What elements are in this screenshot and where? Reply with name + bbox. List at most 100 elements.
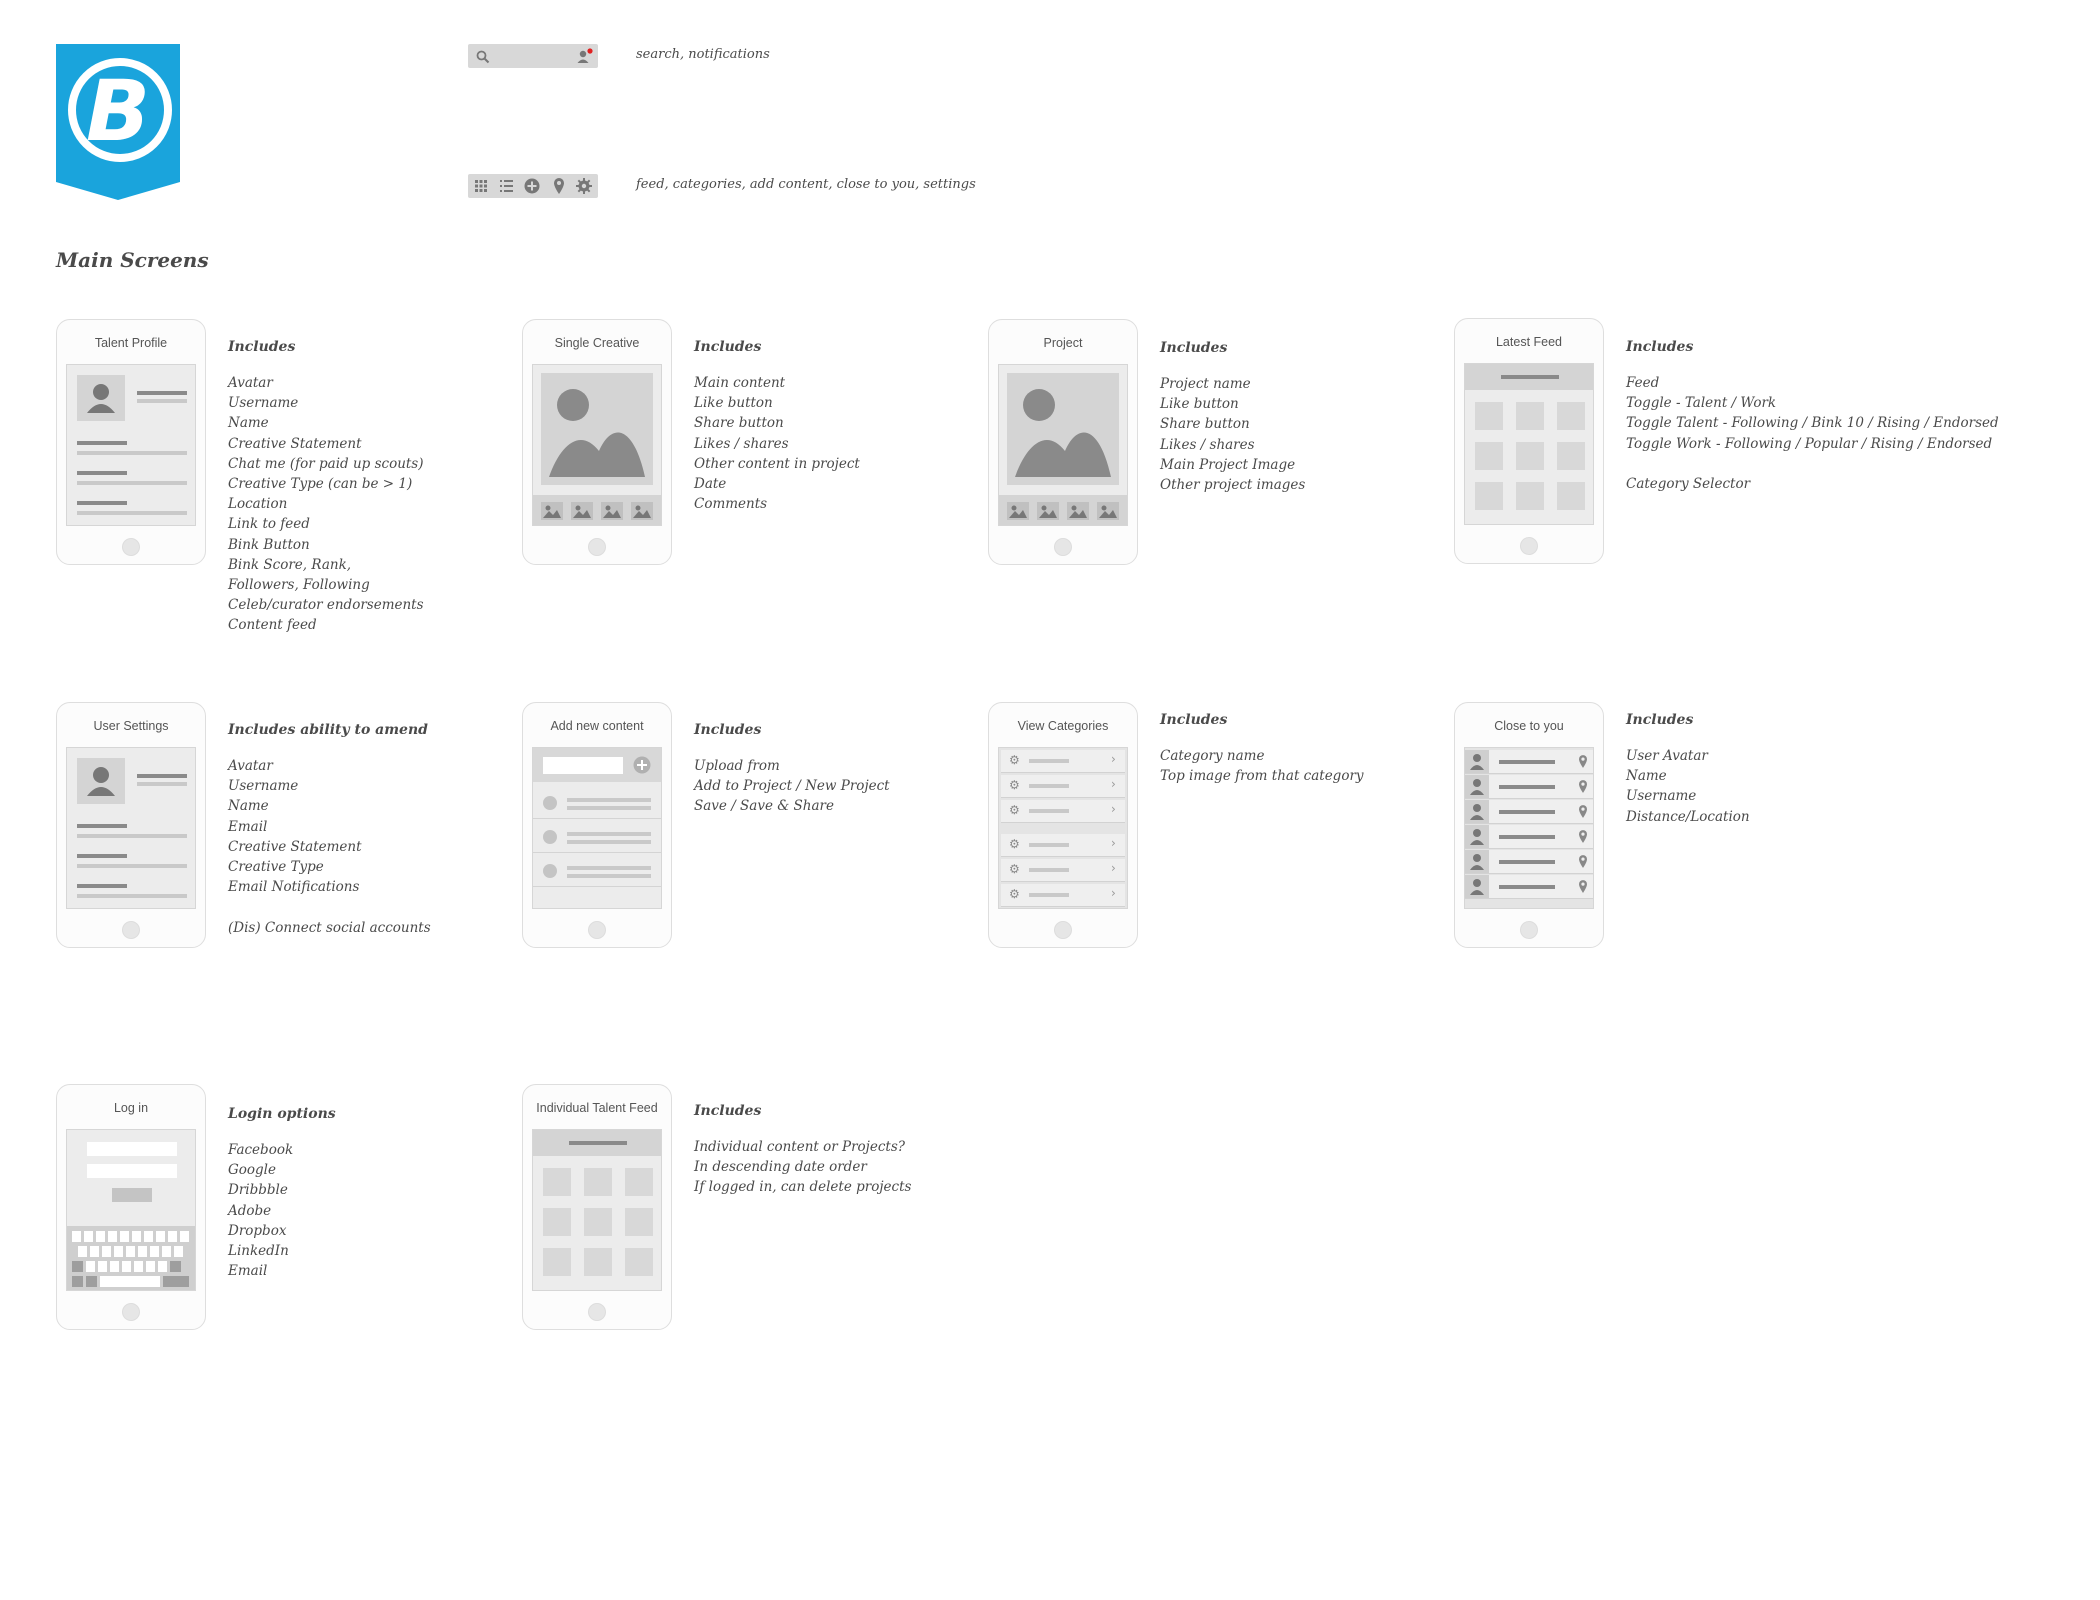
search-icon: [476, 50, 490, 64]
description-heading: Includes: [694, 1103, 762, 1119]
feature-item: Name: [1626, 768, 1667, 785]
logo-letter: B: [86, 62, 150, 160]
thumbnail-icon: [1097, 502, 1119, 520]
add-icon: [633, 756, 651, 774]
home-button: [588, 921, 606, 939]
screen-description: Includes Feed Toggle - Talent / Work Tog…: [1626, 339, 2046, 494]
phone-talent-profile: Talent Profile: [56, 319, 206, 565]
screen-mockup: [532, 364, 662, 526]
feature-item: If logged in, can delete projects: [694, 1179, 912, 1196]
screen-mockup: [66, 364, 196, 526]
phone-view-categories: View Categories ⚙ › ⚙ › ⚙ › ⚙ › ⚙ › ⚙ ›: [988, 702, 1138, 948]
feature-item: [1626, 454, 2046, 474]
user-row: [1465, 850, 1593, 874]
phone-latest-feed: Latest Feed: [1454, 318, 1604, 564]
user-row: [1465, 800, 1593, 824]
home-button: [1054, 538, 1072, 556]
thumbnail-icon: [1067, 502, 1089, 520]
screen-description: Includes User Avatar Name Username Dista…: [1626, 712, 2046, 827]
home-button: [588, 538, 606, 556]
screen-mockup: [998, 364, 1128, 526]
login-field: [87, 1164, 177, 1178]
screen-title: Close to you: [1494, 719, 1564, 733]
feature-item: Username: [1626, 788, 1697, 805]
feature-item: User Avatar: [1626, 748, 1708, 764]
tab-bar-note: feed, categories, add content, close to …: [636, 177, 976, 192]
feature-item: Followers, Following: [228, 577, 370, 594]
screen-description: Includes Individual content or Projects?…: [694, 1103, 1114, 1198]
top-bar-note: search, notifications: [636, 47, 770, 62]
category-row: ⚙ ›: [1001, 750, 1125, 773]
category-row: ⚙ ›: [1001, 800, 1125, 823]
screen-mockup: [1464, 747, 1594, 909]
category-row: ⚙ ›: [1001, 884, 1125, 907]
phone-individual-talent-feed: Individual Talent Feed: [522, 1084, 672, 1330]
screen-mockup: [1464, 363, 1594, 525]
home-button: [1520, 537, 1538, 555]
thumbnail-icon: [541, 502, 563, 520]
screen-title: Add new content: [550, 719, 644, 733]
location-pin-icon: [554, 178, 564, 194]
user-row: [1465, 875, 1593, 899]
feature-item: Content feed: [228, 617, 317, 634]
screen-title: Talent Profile: [94, 336, 168, 350]
section-title: Main Screens: [56, 248, 209, 272]
home-button: [588, 1303, 606, 1321]
phone-project: Project: [988, 319, 1138, 565]
search-notification-bar: [468, 44, 598, 68]
description-heading: Includes: [1626, 339, 1694, 355]
gear-icon: [576, 178, 592, 194]
login-field: [87, 1142, 177, 1156]
feature-item: Toggle Talent - Following / Bink 10 / Ri…: [1626, 415, 1999, 432]
thumbnail-icon: [601, 502, 623, 520]
category-row: ⚙ ›: [1001, 834, 1125, 857]
home-button: [122, 921, 140, 939]
screen-title: Log in: [113, 1101, 149, 1115]
keyboard: [67, 1226, 195, 1290]
feature-item: Individual content or Projects?: [694, 1139, 905, 1155]
phone-single-creative: Single Creative: [522, 319, 672, 565]
screen-mockup: [66, 747, 196, 909]
bink-logo: B: [56, 44, 180, 200]
screen-title: View Categories: [1017, 719, 1109, 733]
category-row: ⚙ ›: [1001, 859, 1125, 882]
login-button: [112, 1188, 152, 1202]
grid-icon: [475, 180, 487, 192]
phone-close-to-you: Close to you: [1454, 702, 1604, 948]
user-row: [1465, 750, 1593, 774]
list-icon: [500, 180, 513, 192]
avatar-placeholder: [77, 375, 125, 421]
user-row: [1465, 825, 1593, 849]
thumbnail-icon: [631, 502, 653, 520]
image-placeholder-icon: [541, 373, 653, 485]
screen-mockup: ⚙ › ⚙ › ⚙ › ⚙ › ⚙ › ⚙ ›: [998, 747, 1128, 909]
screen-title: User Settings: [93, 719, 169, 733]
feature-item: Feed: [1626, 375, 1660, 391]
screen-mockup: [532, 1129, 662, 1291]
upload-field: [543, 757, 623, 774]
screen-title: Individual Talent Feed: [536, 1101, 658, 1115]
description-heading: Includes: [1626, 712, 1694, 728]
phone-user-settings: User Settings: [56, 702, 206, 948]
category-row: ⚙ ›: [1001, 775, 1125, 798]
feature-item: Toggle Work - Following / Popular / Risi…: [1626, 435, 1993, 452]
screen-mockup: [532, 747, 662, 909]
feature-item: Distance/Location: [1626, 808, 1750, 825]
screen-title: Single Creative: [554, 336, 640, 350]
tab-bar: [468, 174, 598, 198]
thumbnail-icon: [1037, 502, 1059, 520]
user-row: [1465, 775, 1593, 799]
feature-item: Category Selector: [1626, 476, 1751, 492]
home-button: [1520, 921, 1538, 939]
feature-item: Celeb/curator endorsements: [228, 597, 424, 614]
add-icon: [524, 178, 540, 194]
feature-item: Toggle - Talent / Work: [1626, 395, 1777, 412]
thumbnail-icon: [1007, 502, 1029, 520]
image-placeholder-icon: [1007, 373, 1119, 485]
phone-add-new-content: Add new content: [522, 702, 672, 948]
thumbnail-icon: [571, 502, 593, 520]
screen-title: Latest Feed: [1495, 335, 1562, 349]
home-button: [1054, 921, 1072, 939]
screen-title: Project: [1043, 336, 1083, 350]
screen-mockup: [66, 1129, 196, 1291]
